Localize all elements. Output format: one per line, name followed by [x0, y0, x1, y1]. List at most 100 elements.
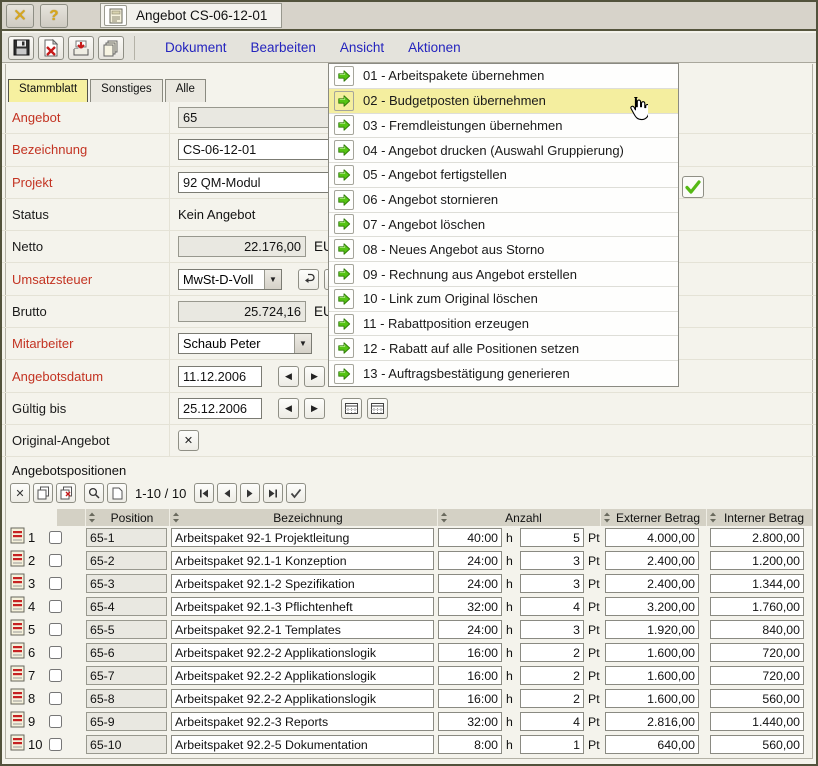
goto-record-button[interactable]	[298, 269, 319, 290]
position-record-icon[interactable]	[10, 711, 25, 733]
hours-cell[interactable]	[438, 528, 502, 547]
sort-icon[interactable]	[88, 512, 96, 523]
hours-cell[interactable]	[438, 643, 502, 662]
interner-betrag-cell[interactable]	[710, 643, 804, 662]
positions-new-button[interactable]	[107, 483, 127, 503]
interner-betrag-cell[interactable]	[710, 597, 804, 616]
menu-dokument[interactable]: Dokument	[165, 40, 227, 55]
actions-menu-item[interactable]: 01 - Arbeitspakete übernehmen	[329, 64, 678, 89]
hours-cell[interactable]	[438, 689, 502, 708]
count-cell[interactable]	[520, 597, 584, 616]
actions-menu-item[interactable]: 08 - Neues Angebot aus Storno	[329, 237, 678, 262]
count-cell[interactable]	[520, 689, 584, 708]
header-interner-betrag[interactable]: Interner Betrag	[706, 509, 812, 526]
position-record-icon[interactable]	[10, 642, 25, 664]
row-checkbox[interactable]	[49, 577, 62, 590]
projekt-input[interactable]	[178, 172, 336, 193]
actions-menu-item[interactable]: 12 - Rabatt auf alle Positionen setzen	[329, 336, 678, 361]
select-all-button[interactable]	[286, 483, 306, 503]
interner-betrag-cell[interactable]	[710, 689, 804, 708]
bezeichnung-cell[interactable]	[171, 597, 434, 616]
hours-cell[interactable]	[438, 666, 502, 685]
externer-betrag-cell[interactable]	[605, 551, 699, 570]
mitarbeiter-combo[interactable]: Schaub Peter ▼	[178, 333, 312, 354]
count-cell[interactable]	[520, 643, 584, 662]
position-record-icon[interactable]	[10, 527, 25, 549]
calendar-button[interactable]	[341, 398, 362, 419]
bezeichnung-input[interactable]	[178, 139, 331, 160]
original-angebot-clear-button[interactable]: ✕	[178, 430, 199, 451]
sort-icon[interactable]	[603, 512, 611, 523]
row-checkbox[interactable]	[49, 531, 62, 544]
position-record-icon[interactable]	[10, 596, 25, 618]
menu-bearbeiten[interactable]: Bearbeiten	[251, 40, 316, 55]
count-cell[interactable]	[520, 551, 584, 570]
actions-menu-item[interactable]: 05 - Angebot fertigstellen	[329, 163, 678, 188]
row-checkbox[interactable]	[49, 669, 62, 682]
externer-betrag-cell[interactable]	[605, 597, 699, 616]
interner-betrag-cell[interactable]	[710, 551, 804, 570]
delete-record-button[interactable]	[38, 36, 64, 60]
hours-cell[interactable]	[438, 551, 502, 570]
umsatzsteuer-combo[interactable]: MwSt-D-Voll ▼	[178, 269, 282, 290]
count-cell[interactable]	[520, 712, 584, 731]
tab-sonstiges[interactable]: Sonstiges	[90, 79, 163, 102]
interner-betrag-cell[interactable]	[710, 620, 804, 639]
calendar-button-2[interactable]	[367, 398, 388, 419]
angebot-input[interactable]	[178, 107, 331, 128]
hours-cell[interactable]	[438, 712, 502, 731]
tab-alle[interactable]: Alle	[165, 79, 206, 102]
count-cell[interactable]	[520, 735, 584, 754]
sort-icon[interactable]	[172, 512, 180, 523]
externer-betrag-cell[interactable]	[605, 689, 699, 708]
header-anzahl[interactable]: Anzahl	[437, 509, 600, 526]
first-page-button[interactable]	[194, 483, 214, 503]
hours-cell[interactable]	[438, 735, 502, 754]
count-cell[interactable]	[520, 620, 584, 639]
date-prev-button[interactable]: ◀	[278, 398, 299, 419]
position-cell[interactable]	[86, 551, 167, 570]
positions-copy-button[interactable]	[33, 483, 53, 503]
projekt-confirm-button[interactable]	[682, 176, 704, 198]
interner-betrag-cell[interactable]	[710, 666, 804, 685]
tab-stammblatt[interactable]: Stammblatt	[8, 79, 88, 102]
actions-menu-item[interactable]: 10 - Link zum Original löschen	[329, 287, 678, 312]
actions-menu-item[interactable]: 07 - Angebot löschen	[329, 213, 678, 238]
position-cell[interactable]	[86, 689, 167, 708]
count-cell[interactable]	[520, 574, 584, 593]
document-icon-button[interactable]	[104, 5, 127, 26]
bezeichnung-cell[interactable]	[171, 551, 434, 570]
bezeichnung-cell[interactable]	[171, 643, 434, 662]
actions-menu-item[interactable]: 09 - Rechnung aus Angebot erstellen	[329, 262, 678, 287]
externer-betrag-cell[interactable]	[605, 528, 699, 547]
positions-search-button[interactable]	[84, 483, 104, 503]
menu-aktionen[interactable]: Aktionen	[408, 40, 461, 55]
row-checkbox[interactable]	[49, 692, 62, 705]
actions-menu-item[interactable]: 11 - Rabattposition erzeugen	[329, 312, 678, 337]
externer-betrag-cell[interactable]	[605, 735, 699, 754]
interner-betrag-cell[interactable]	[710, 574, 804, 593]
close-button[interactable]: ✕	[6, 4, 34, 28]
row-checkbox[interactable]	[49, 646, 62, 659]
header-externer-betrag[interactable]: Externer Betrag	[600, 509, 706, 526]
prev-page-button[interactable]	[217, 483, 237, 503]
bezeichnung-cell[interactable]	[171, 712, 434, 731]
last-page-button[interactable]	[263, 483, 283, 503]
row-checkbox[interactable]	[49, 738, 62, 751]
row-checkbox[interactable]	[49, 623, 62, 636]
position-cell[interactable]	[86, 666, 167, 685]
angebotsdatum-input[interactable]	[178, 366, 262, 387]
count-cell[interactable]	[520, 666, 584, 685]
header-bezeichnung[interactable]: Bezeichnung	[169, 509, 437, 526]
copy-button[interactable]	[98, 36, 124, 60]
bezeichnung-cell[interactable]	[171, 666, 434, 685]
gueltig-bis-input[interactable]	[178, 398, 262, 419]
position-cell[interactable]	[86, 735, 167, 754]
externer-betrag-cell[interactable]	[605, 712, 699, 731]
import-button[interactable]	[68, 36, 94, 60]
externer-betrag-cell[interactable]	[605, 666, 699, 685]
position-record-icon[interactable]	[10, 619, 25, 641]
positions-delete-button[interactable]: ✕	[10, 483, 30, 503]
positions-paste-button[interactable]	[56, 483, 76, 503]
position-cell[interactable]	[86, 574, 167, 593]
